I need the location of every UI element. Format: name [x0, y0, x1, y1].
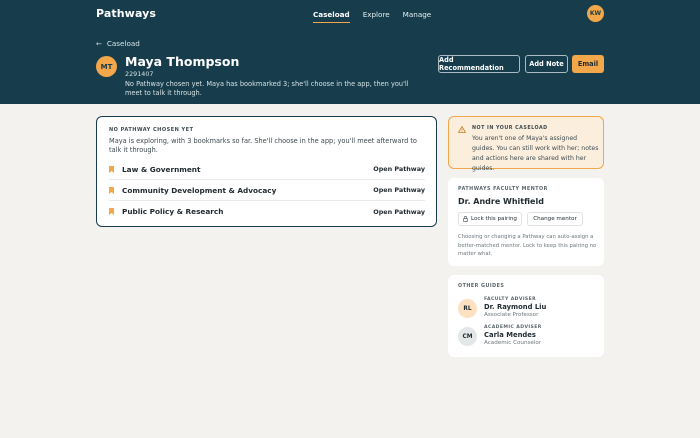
guide-avatar: CM — [458, 327, 477, 346]
bookmark-icon — [109, 165, 114, 173]
student-id: 2291407 — [125, 70, 154, 78]
mentor-name: Dr. Andre Whitfield — [458, 197, 544, 206]
guide-name: Carla Mendes — [484, 331, 536, 339]
open-pathway-link[interactable]: Open Pathway — [373, 186, 425, 194]
back-link[interactable]: ← Caseload — [96, 39, 140, 48]
not-in-caseload-notice: NOT IN YOUR CASELOAD You aren't one of M… — [448, 116, 604, 172]
lock-icon — [463, 216, 468, 222]
notice-text: You aren't one of Maya's assigned guides… — [472, 135, 599, 172]
nav-explore[interactable]: Explore — [363, 10, 390, 23]
change-mentor-button[interactable]: Change mentor — [527, 212, 583, 226]
student-avatar: MT — [96, 56, 117, 77]
user-avatar[interactable]: KW — [587, 5, 604, 22]
lock-pairing-label: Lock this pairing — [470, 216, 517, 222]
nav-caseload[interactable]: Caseload — [313, 10, 350, 23]
student-name: Maya Thompson — [125, 54, 240, 69]
guide-title: Academic Counselor — [484, 340, 542, 346]
warning-icon — [458, 126, 466, 133]
pathway-row: Public Policy & Research Open Pathway — [109, 201, 425, 222]
email-button[interactable]: Email — [572, 55, 604, 73]
main-nav: Caseload Explore Manage — [313, 10, 431, 23]
pathway-name: Community Development & Advocacy — [122, 185, 277, 195]
bookmark-icon — [109, 208, 114, 215]
add-recommendation-button[interactable]: Add Recommendation — [438, 55, 520, 73]
guide-item: RL FACULTY ADVISER Dr. Raymond Liu Assoc… — [458, 297, 546, 318]
guide-title: Associate Professor — [484, 312, 539, 318]
guide-role: FACULTY ADVISER — [484, 297, 537, 302]
back-link-label: Caseload — [106, 39, 140, 48]
open-pathway-link[interactable]: Open Pathway — [373, 165, 425, 173]
pathway-row: Law & Government Open Pathway — [109, 159, 425, 180]
pathway-status-description: Maya is exploring, with 3 bookmarks so f… — [109, 137, 417, 154]
pathway-status-card: NO PATHWAY CHOSEN YET Maya is exploring,… — [96, 116, 437, 227]
pathway-row: Community Development & Advocacy Open Pa… — [109, 180, 425, 201]
faculty-mentor-card: PATHWAYS FACULTY MENTOR Dr. Andre Whitfi… — [448, 178, 604, 266]
nav-manage[interactable]: Manage — [403, 10, 432, 23]
other-guides-eyebrow: OTHER GUIDES — [458, 284, 505, 289]
lock-pairing-button[interactable]: Lock this pairing — [458, 212, 522, 226]
guide-name: Dr. Raymond Liu — [484, 303, 547, 311]
guide-role: ACADEMIC ADVISER — [484, 325, 542, 330]
bookmarked-pathways-list: Law & Government Open Pathway Community … — [109, 159, 425, 222]
app-logo[interactable]: Pathways — [96, 7, 156, 20]
notice-eyebrow: NOT IN YOUR CASELOAD — [472, 126, 548, 131]
guide-item: CM ACADEMIC ADVISER Carla Mendes Academi… — [458, 325, 542, 346]
arrow-left-icon: ← — [96, 39, 102, 48]
mentor-note: Choosing or changing a Pathway can auto-… — [458, 234, 597, 257]
student-status: No Pathway chosen yet. Maya has bookmark… — [125, 80, 409, 97]
header-bar: Pathways Caseload Explore Manage KW ← Ca… — [0, 0, 700, 104]
other-guides-card: OTHER GUIDES RL FACULTY ADVISER Dr. Raym… — [448, 275, 604, 357]
pathway-name: Law & Government — [122, 164, 201, 174]
pathway-status-eyebrow: NO PATHWAY CHOSEN YET — [109, 127, 194, 133]
open-pathway-link[interactable]: Open Pathway — [373, 208, 425, 216]
add-note-button[interactable]: Add Note — [525, 55, 568, 73]
pathway-name: Public Policy & Research — [122, 207, 224, 216]
mentor-eyebrow: PATHWAYS FACULTY MENTOR — [458, 187, 548, 192]
bookmark-icon — [109, 186, 114, 194]
guide-avatar: RL — [458, 299, 477, 318]
